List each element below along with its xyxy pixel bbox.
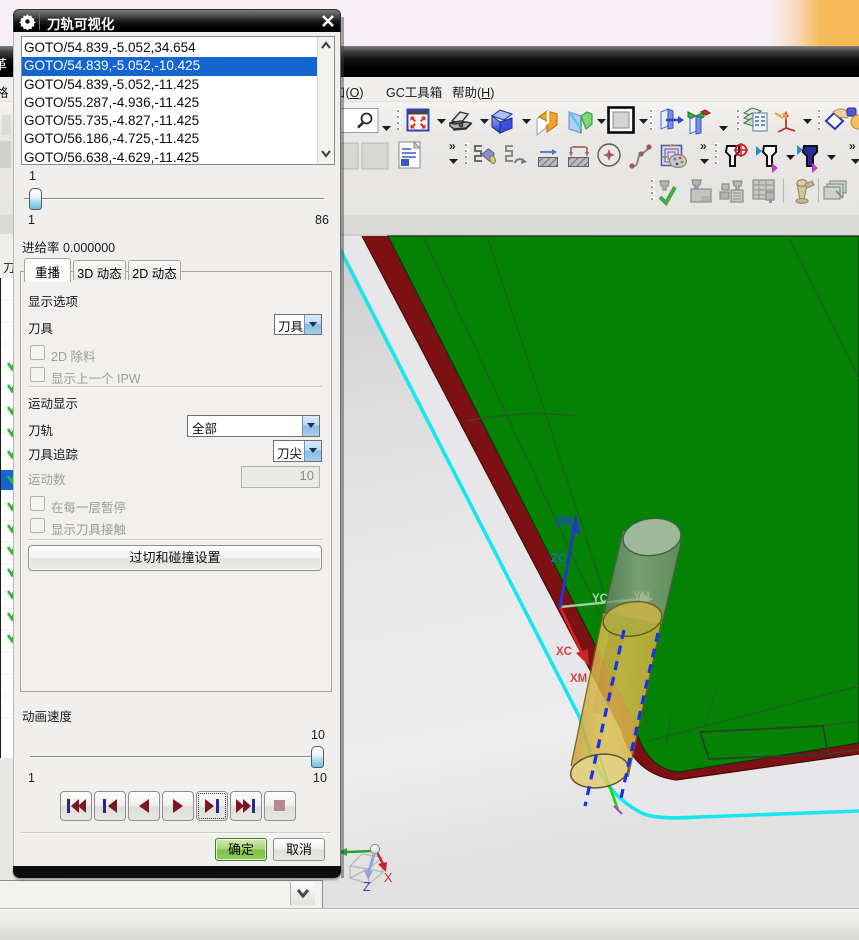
svg-text:»: » (700, 139, 707, 153)
svg-text:»: » (849, 139, 856, 153)
svg-text:»: » (449, 139, 456, 153)
